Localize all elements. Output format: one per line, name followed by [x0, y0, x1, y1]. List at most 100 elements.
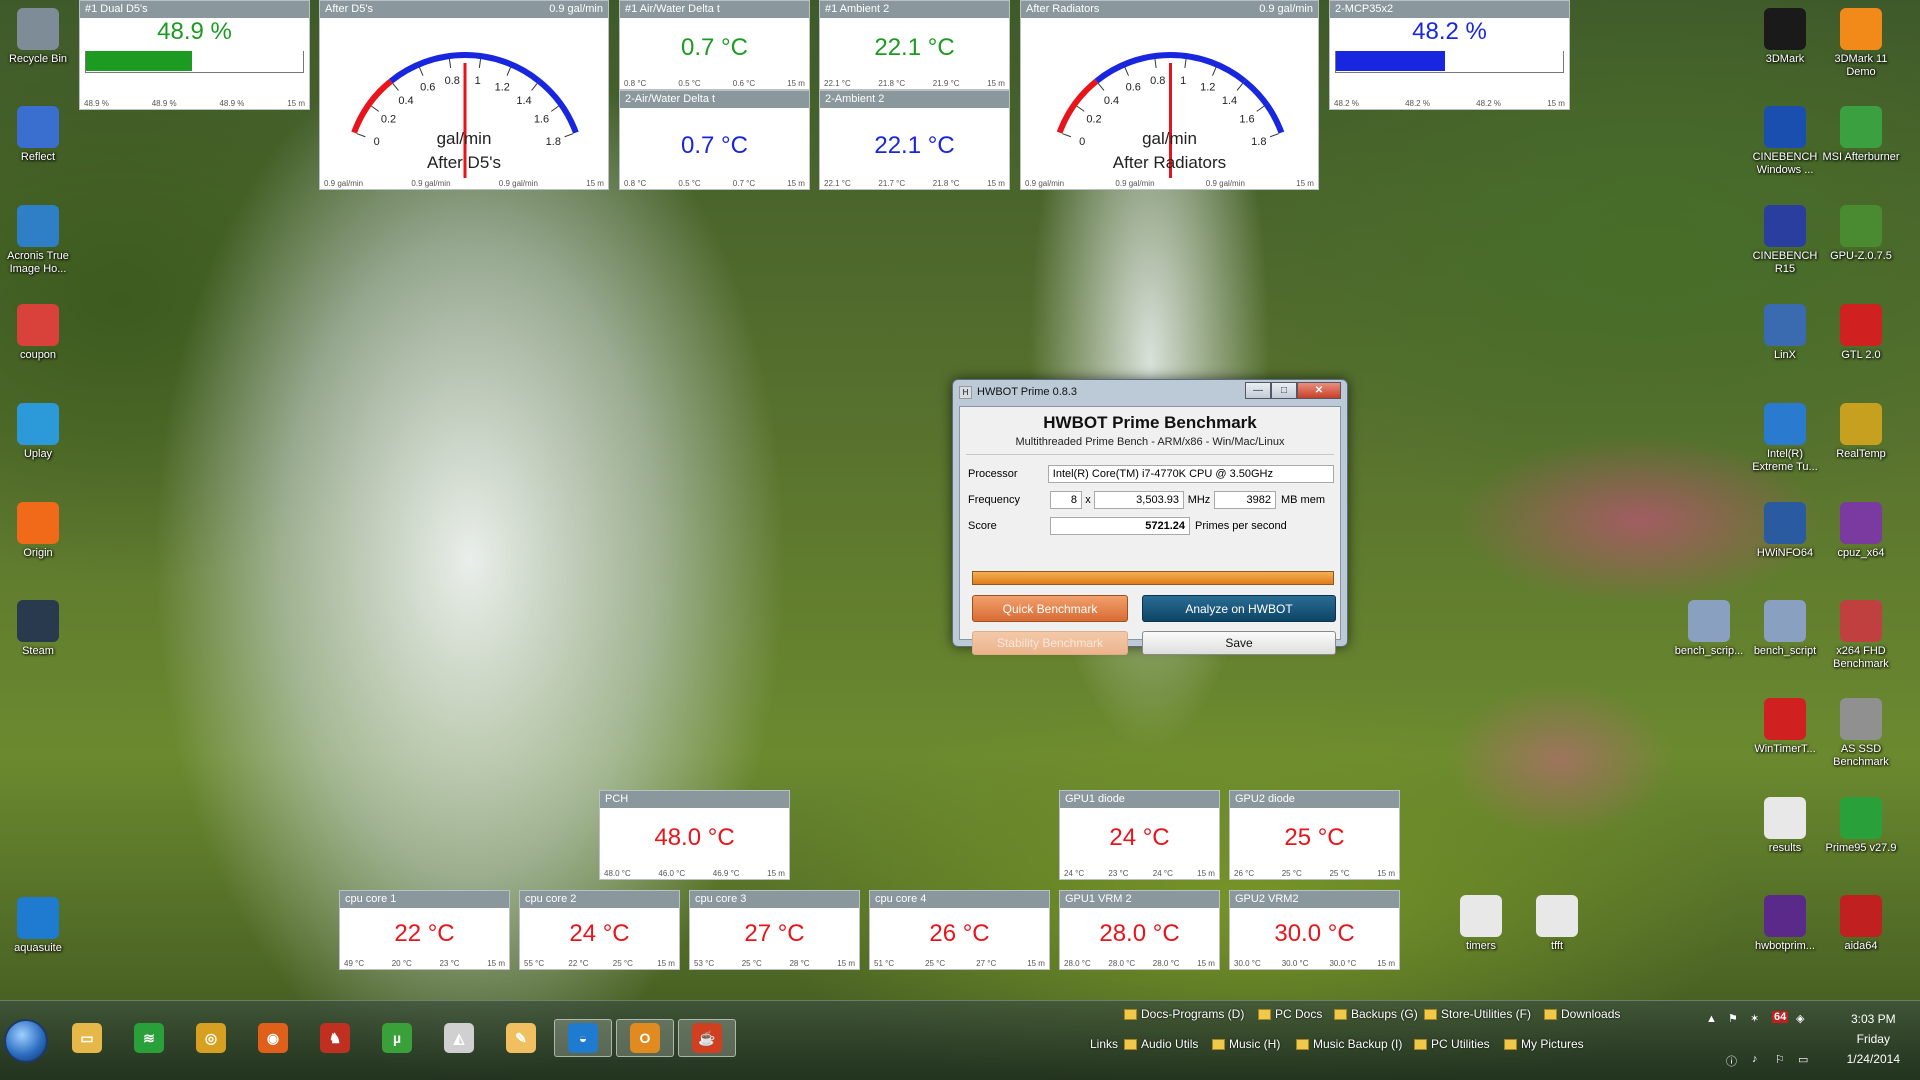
taskbar-button[interactable]: ▭ — [58, 1019, 116, 1057]
desktop-shortcut[interactable]: 3DMark — [1746, 8, 1824, 66]
desktop-shortcut[interactable]: aquasuite — [0, 897, 77, 955]
close-button[interactable]: ✕ — [1297, 382, 1341, 399]
desktop-shortcut[interactable]: WinTimerT... — [1746, 698, 1824, 756]
taskbar-button[interactable]: ◎ — [182, 1019, 240, 1057]
hwbot-prime-window[interactable]: H HWBOT Prime 0.8.3 — □ ✕ HWBOT Prime Be… — [952, 379, 1348, 655]
gauge-tick-label: 1.4 — [1222, 95, 1237, 107]
folder-link[interactable]: Music (H) — [1212, 1037, 1280, 1051]
gauge-tick — [506, 67, 512, 76]
minimize-button[interactable]: — — [1245, 382, 1271, 399]
desktop-shortcut[interactable]: Steam — [0, 600, 77, 658]
tray-app-icon[interactable]: ◈ — [1796, 1012, 1804, 1025]
analyze-on-hwbot-button[interactable]: Analyze on HWBOT — [1142, 595, 1336, 622]
desktop-shortcut[interactable]: AS SSD Benchmark — [1822, 698, 1900, 769]
gadget-dual-d5: #1 Dual D5's 48.9 % 48.9 % 48.9 % 48.9 % 15… — [79, 0, 310, 110]
taskbar-button[interactable]: ◒ — [554, 1019, 612, 1057]
desktop-shortcut[interactable]: Uplay — [0, 403, 77, 461]
desktop-shortcut[interactable]: cpuz_x64 — [1822, 502, 1900, 560]
gadget-gpu2-diode: GPU2 diode 25 °C 26 °C 25 °C 25 °C 15 m — [1229, 790, 1400, 880]
folder-link-label: PC Utilities — [1431, 1037, 1490, 1051]
chrome-canary-icon: ◎ — [196, 1023, 226, 1053]
taskbar-button[interactable]: ≋ — [120, 1019, 178, 1057]
maximize-button[interactable]: □ — [1271, 382, 1297, 399]
taskbar-button[interactable]: ◭ — [430, 1019, 488, 1057]
folder-link[interactable]: Store-Utilities (F) — [1424, 1007, 1531, 1021]
memory-field[interactable]: 3982 — [1214, 491, 1276, 509]
gadget-title: cpu core 2 — [520, 891, 679, 908]
mhz-field[interactable]: 3,503.93 — [1094, 491, 1184, 509]
gadget-mcp35x2: 2-MCP35x2 48.2 % 48.2 % 48.2 % 48.2 % 15 m — [1329, 0, 1570, 110]
folder-icon — [1544, 1008, 1557, 1020]
folder-link[interactable]: PC Utilities — [1414, 1037, 1490, 1051]
coupon-icon — [17, 304, 59, 346]
folder-link[interactable]: Backups (G) — [1334, 1007, 1418, 1021]
taskbar-button[interactable]: ♞ — [306, 1019, 364, 1057]
folder-link[interactable]: Audio Utils — [1124, 1037, 1198, 1051]
gauge-unit-label: gal/min — [1142, 129, 1197, 148]
desktop-shortcut[interactable]: CINEBENCH Windows ... — [1746, 106, 1824, 177]
folder-link[interactable]: Docs-Programs (D) — [1124, 1007, 1244, 1021]
clock-day: Friday — [1856, 1032, 1890, 1046]
taskbar-button[interactable]: ☕ — [678, 1019, 736, 1057]
desktop-shortcut[interactable]: tfft — [1518, 895, 1596, 953]
gauge-tick-label: 1.2 — [1200, 82, 1215, 94]
desktop-shortcut[interactable]: bench_scrip... — [1670, 600, 1748, 658]
action-center-icon[interactable]: ⚐ — [1775, 1053, 1785, 1066]
save-button[interactable]: Save — [1142, 631, 1336, 655]
folder-link-label: Store-Utilities (F) — [1441, 1007, 1532, 1021]
desktop-shortcut[interactable]: Recycle Bin — [0, 8, 77, 66]
desktop-shortcut[interactable]: CINEBENCH R15 — [1746, 205, 1824, 276]
desktop-shortcut[interactable]: results — [1746, 797, 1824, 855]
desktop-shortcut-label: WinTimerT... — [1754, 743, 1816, 755]
folder-link-label: Music Backup (I) — [1313, 1037, 1403, 1051]
info-icon[interactable]: ⓘ — [1726, 1053, 1737, 1069]
ambient-value: 22.1 °C — [874, 34, 955, 61]
score-field[interactable]: 5721.24 — [1050, 517, 1190, 535]
show-hidden-icons-icon[interactable]: ▲ — [1706, 1013, 1717, 1025]
folder-link[interactable]: My Pictures — [1504, 1037, 1584, 1051]
desktop-shortcut[interactable]: coupon — [0, 304, 77, 362]
aida64-tray-icon[interactable]: 64 — [1772, 1011, 1789, 1023]
folder-link[interactable]: Downloads — [1544, 1007, 1620, 1021]
desktop-shortcut[interactable]: Prime95 v27.9 — [1822, 797, 1900, 855]
hwbotprime-icon — [1764, 895, 1806, 937]
gadget-footer: 28.0 °C 28.0 °C 28.0 °C 15 m — [1064, 959, 1215, 968]
desktop-shortcut-label: 3DMark — [1765, 53, 1805, 65]
taskbar-button[interactable]: ◉ — [244, 1019, 302, 1057]
desktop-shortcut[interactable]: GTL 2.0 — [1822, 304, 1900, 362]
volume-icon[interactable]: ♪ — [1752, 1053, 1758, 1065]
start-button[interactable] — [4, 1019, 48, 1063]
gauge-tick-label: 0.6 — [1126, 82, 1141, 94]
desktop-shortcut[interactable]: LinX — [1746, 304, 1824, 362]
desktop-shortcut[interactable]: aida64 — [1822, 895, 1900, 953]
score-row: Score 5721.24 Primes per second — [968, 516, 1334, 536]
desktop-shortcut[interactable]: timers — [1442, 895, 1520, 953]
desktop-shortcut[interactable]: 3DMark 11 Demo — [1822, 8, 1900, 79]
desktop-shortcut[interactable]: RealTemp — [1822, 403, 1900, 461]
stability-benchmark-button[interactable]: Stability Benchmark — [972, 631, 1128, 655]
desktop-shortcut[interactable]: x264 FHD Benchmark — [1822, 600, 1900, 671]
threads-field[interactable]: 8 — [1050, 491, 1082, 509]
quick-benchmark-button[interactable]: Quick Benchmark — [972, 595, 1128, 622]
desktop-shortcut[interactable]: Origin — [0, 502, 77, 560]
desktop-shortcut[interactable]: Reflect — [0, 106, 77, 164]
hardware-monitor-tray-icon[interactable]: ✶ — [1750, 1012, 1759, 1025]
desktop-shortcut[interactable]: Acronis True Image Ho... — [0, 205, 77, 276]
desktop-shortcut[interactable]: GPU-Z.0.7.5 — [1822, 205, 1900, 263]
desktop-shortcut[interactable]: MSI Afterburner — [1822, 106, 1900, 164]
links-toolbar-label: Links — [1090, 1037, 1119, 1051]
display-icon[interactable]: ▭ — [1798, 1053, 1808, 1066]
taskbar-button[interactable]: O — [616, 1019, 674, 1057]
clock[interactable]: 3:03 PM Friday 1/24/2014 — [1847, 1009, 1900, 1069]
desktop-shortcut[interactable]: bench_script — [1746, 600, 1824, 658]
folder-link[interactable]: PC Docs — [1258, 1007, 1322, 1021]
network-icon[interactable]: ⚑ — [1728, 1012, 1738, 1025]
desktop-shortcut[interactable]: Intel(R) Extreme Tu... — [1746, 403, 1824, 474]
processor-field[interactable]: Intel(R) Core(TM) i7-4770K CPU @ 3.50GHz — [1047, 465, 1334, 483]
desktop-shortcut[interactable]: HWiNFO64 — [1746, 502, 1824, 560]
gadget-footer: 0.9 gal/min 0.9 gal/min 0.9 gal/min 15 m — [1025, 179, 1314, 188]
desktop-shortcut[interactable]: hwbotprim... — [1746, 895, 1824, 953]
taskbar-button[interactable]: ✎ — [492, 1019, 550, 1057]
folder-link[interactable]: Music Backup (I) — [1296, 1037, 1402, 1051]
taskbar-button[interactable]: µ — [368, 1019, 426, 1057]
